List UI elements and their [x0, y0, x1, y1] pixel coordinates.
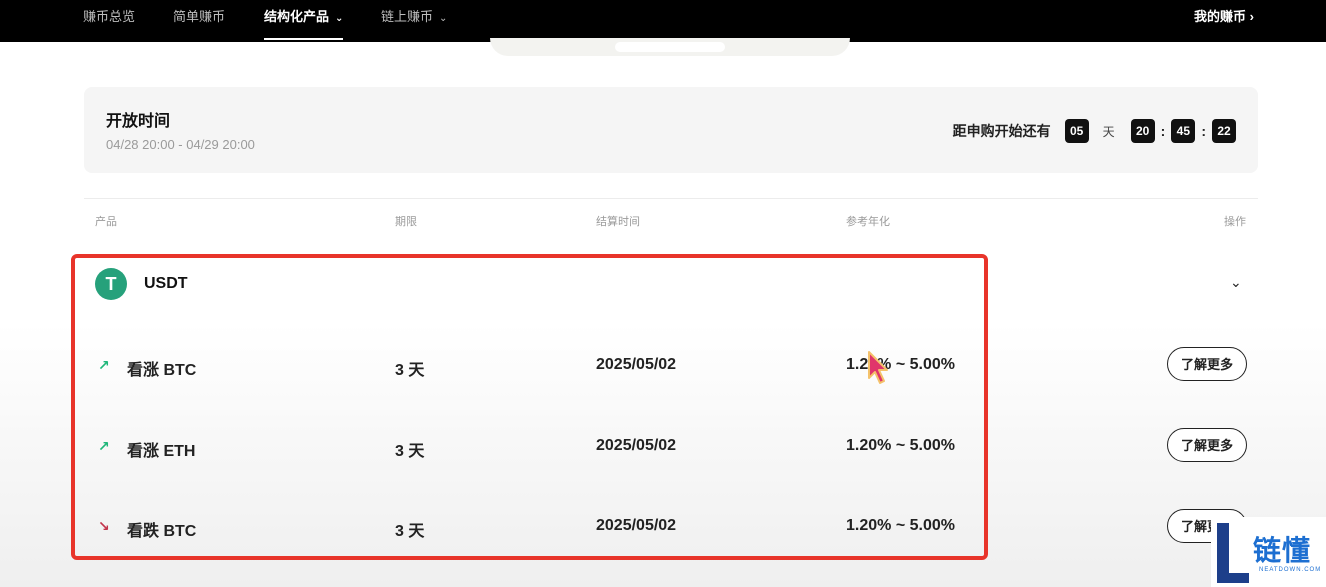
- watermark-l-icon: [1217, 523, 1249, 583]
- countdown-label: 距申购开始还有: [952, 123, 1051, 139]
- watermark-subtext: NEATDOWN.COM: [1259, 567, 1322, 573]
- chevron-down-icon: ⌄: [335, 13, 344, 24]
- nav-item-label: 赚币总览: [83, 9, 136, 24]
- nav-item-label: 链上赚币: [381, 9, 434, 24]
- watermark-logo: 链懂 NEATDOWN.COM: [1211, 517, 1326, 587]
- learn-more-button[interactable]: 了解更多: [1167, 428, 1247, 462]
- subscription-countdown: 距申购开始还有 05 天 20 : 45 : 22: [953, 119, 1236, 143]
- nav-item-simple-earn[interactable]: 简单赚币: [173, 0, 225, 42]
- watermark-text: 链懂: [1253, 535, 1312, 566]
- top-nav: 赚币总览 简单赚币 结构化产品 ⌄ 链上赚币 ⌄ 我的赚币 ›: [0, 0, 1326, 42]
- countdown-days: 05: [1064, 119, 1089, 143]
- column-header-action: 操作: [1224, 216, 1246, 228]
- nav-item-structured-products[interactable]: 结构化产品 ⌄: [264, 0, 344, 42]
- column-header-term: 期限: [395, 216, 417, 228]
- open-period-range: 04/28 20:00 - 04/29 20:00: [106, 137, 255, 152]
- countdown-minutes: 45: [1171, 119, 1196, 143]
- divider: [84, 198, 1258, 199]
- chevron-down-icon[interactable]: ⌄: [1230, 274, 1242, 291]
- my-earn-link[interactable]: 我的赚币 ›: [1194, 0, 1254, 34]
- chevron-down-icon: ⌄: [439, 13, 448, 24]
- column-header-product: 产品: [95, 216, 117, 228]
- highlight-frame: [71, 254, 988, 560]
- nav-item-label: 结构化产品: [264, 9, 330, 24]
- mouse-cursor-icon: [868, 351, 888, 384]
- open-period-card: 开放时间 04/28 20:00 - 04/29 20:00 距申购开始还有 0…: [84, 87, 1258, 173]
- nav-item-label: 简单赚币: [173, 9, 226, 24]
- column-header-settlement: 结算时间: [596, 216, 640, 228]
- countdown-separator: :: [1160, 123, 1166, 139]
- countdown-separator: :: [1201, 123, 1206, 139]
- nav-item-onchain-earn[interactable]: 链上赚币 ⌄: [381, 0, 447, 42]
- countdown-seconds: 22: [1212, 119, 1236, 143]
- countdown-day-unit: 天: [1102, 124, 1115, 139]
- countdown-hours: 20: [1130, 119, 1155, 143]
- background-tab-shape: [490, 38, 850, 56]
- column-header-apr: 参考年化: [846, 216, 890, 228]
- learn-more-button[interactable]: 了解更多: [1167, 347, 1247, 381]
- nav-item-earn-overview[interactable]: 赚币总览: [83, 0, 135, 42]
- open-period-title: 开放时间: [106, 113, 171, 130]
